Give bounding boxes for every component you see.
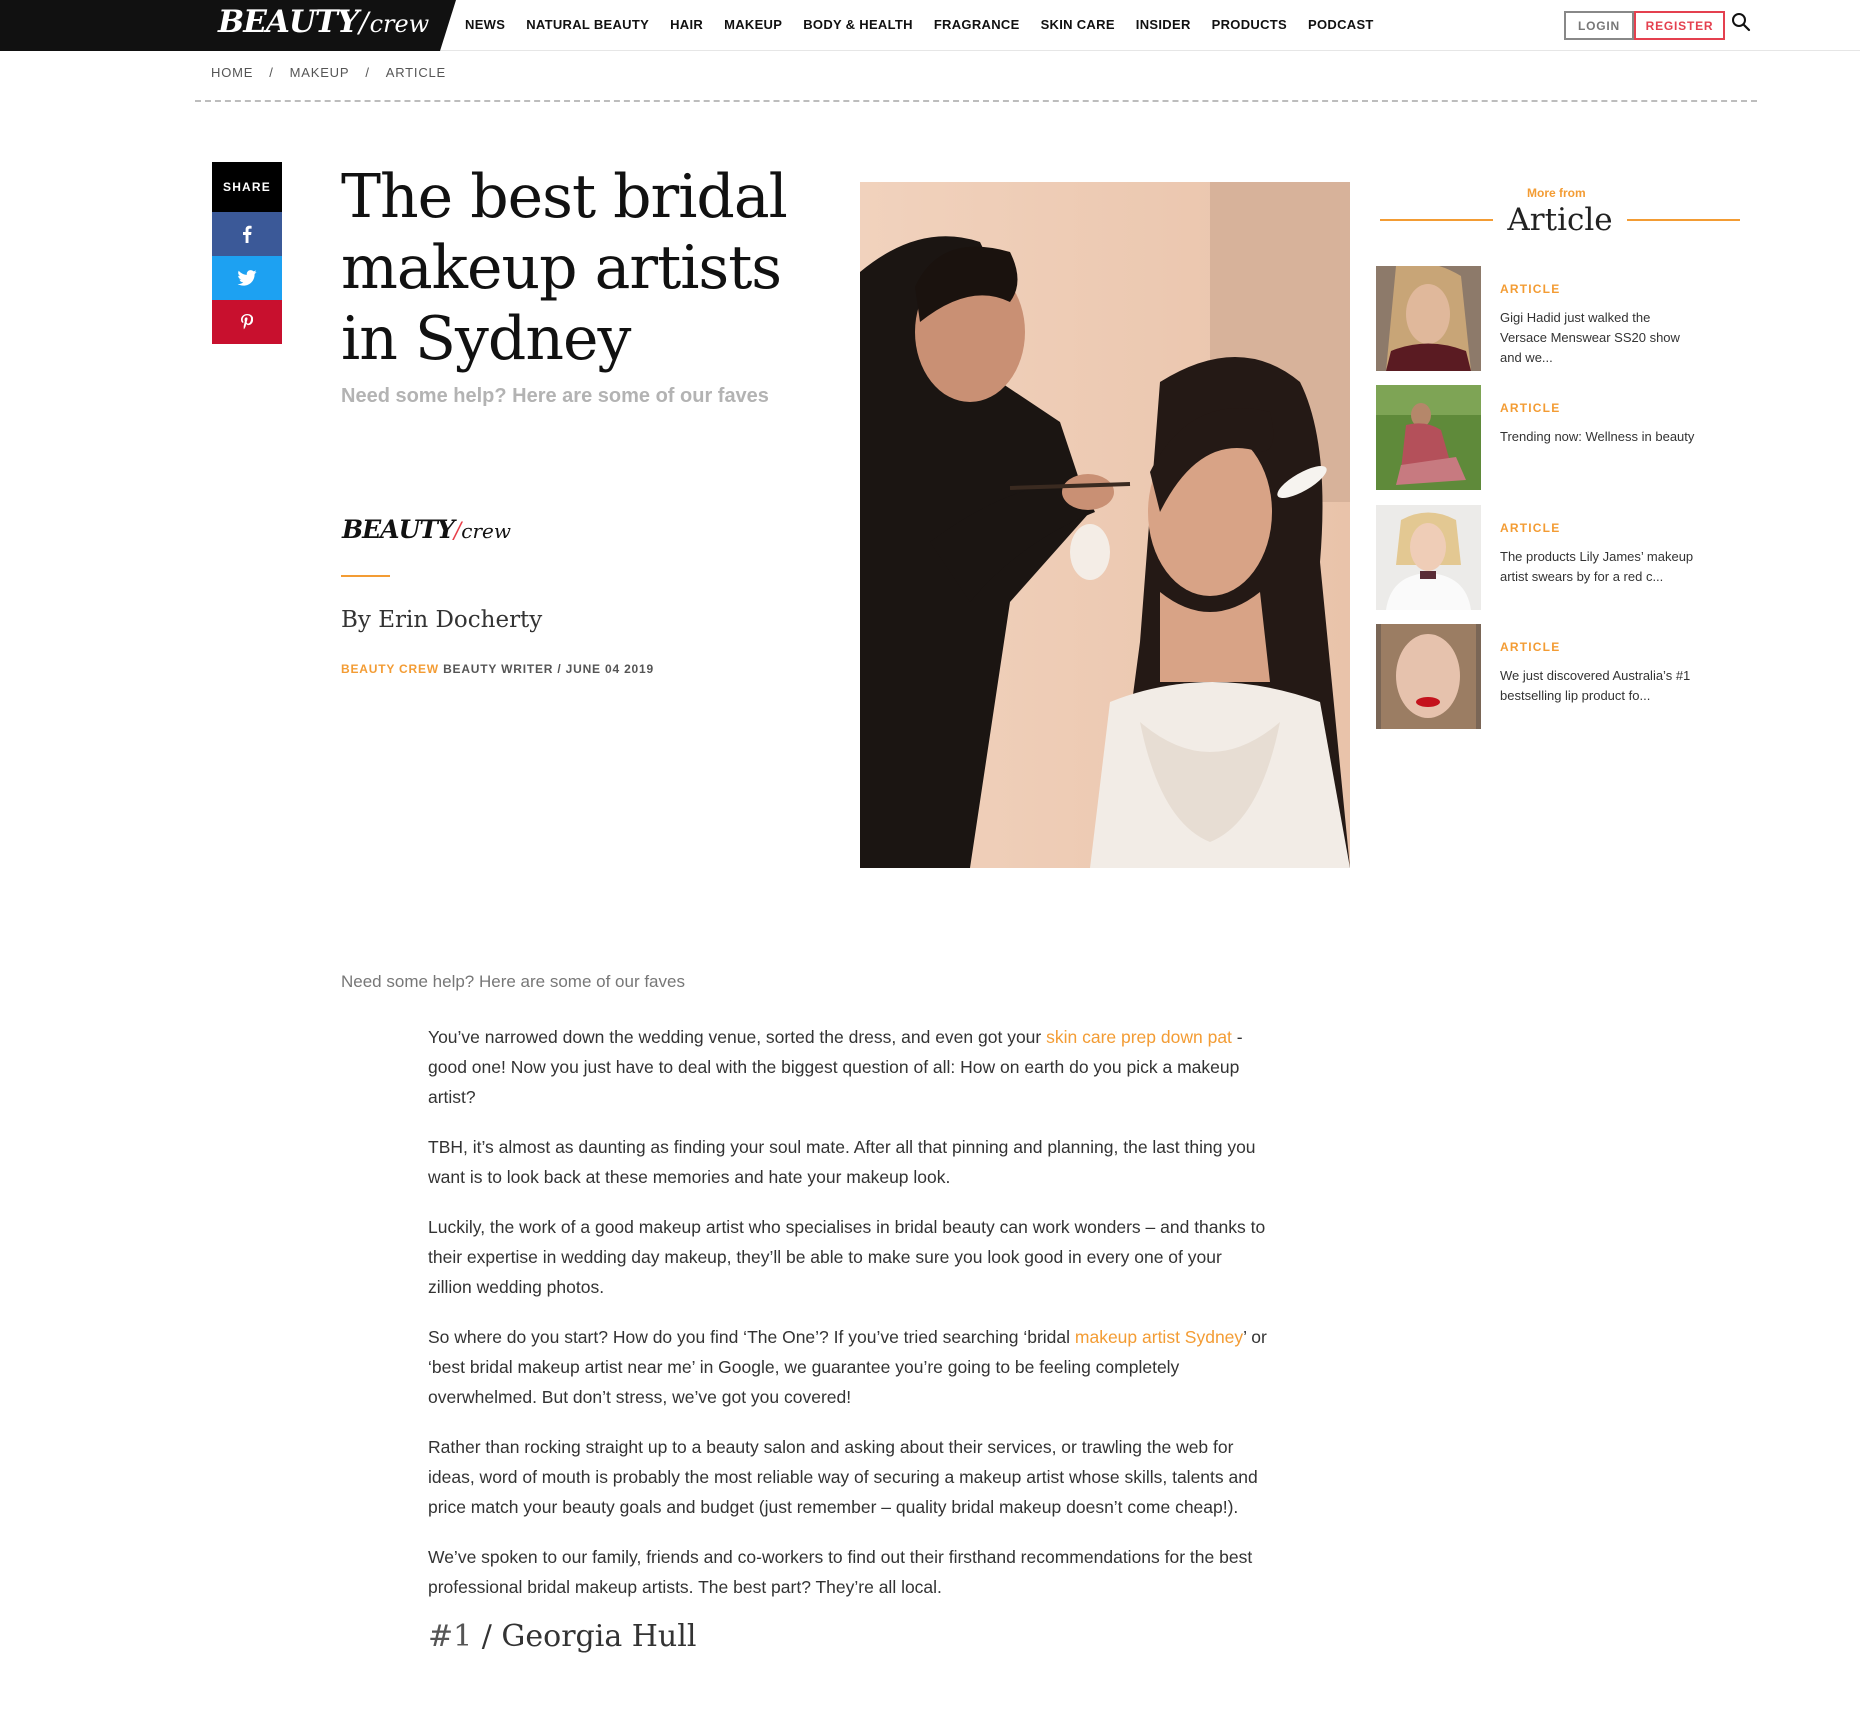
search-icon[interactable] <box>1731 12 1751 32</box>
logo-crew-text: crew <box>369 10 430 38</box>
hero-illustration <box>860 182 1350 868</box>
share-bar: SHARE <box>212 162 282 344</box>
meta-role-date: BEAUTY WRITER / JUNE 04 2019 <box>443 662 654 676</box>
nav-item-skin-care[interactable]: SKIN CARE <box>1041 17 1115 32</box>
paragraph-text: So where do you start? How do you find ‘… <box>428 1327 1075 1347</box>
sidebar-tag: ARTICLE <box>1500 521 1561 535</box>
publisher-logo-beauty: BEAUTY <box>342 515 455 544</box>
sidebar-tag: ARTICLE <box>1500 640 1561 654</box>
section-heading-text: / Georgia Hull <box>472 1619 697 1654</box>
nav-item-hair[interactable]: HAIR <box>670 17 703 32</box>
share-label: SHARE <box>212 162 282 212</box>
thumbnail-illustration <box>1376 266 1481 371</box>
nav-item-podcast[interactable]: PODCAST <box>1308 17 1374 32</box>
thumbnail-illustration <box>1376 385 1481 490</box>
thumbnail-illustration <box>1376 505 1481 610</box>
site-logo[interactable]: BEAUTY/crew <box>218 4 429 40</box>
breadcrumb: HOME / MAKEUP / ARTICLE <box>211 65 446 80</box>
byline-divider <box>341 575 390 577</box>
sidebar-tag: ARTICLE <box>1500 401 1561 415</box>
sidebar-article-1[interactable]: ARTICLE Gigi Hadid just walked the Versa… <box>1376 266 1736 371</box>
twitter-share-button[interactable] <box>212 256 282 300</box>
pinterest-share-button[interactable] <box>212 300 282 344</box>
login-button[interactable]: LOGIN <box>1564 11 1634 40</box>
skin-care-prep-link[interactable]: skin care prep down pat <box>1046 1027 1232 1047</box>
section-number: #1 <box>428 1619 473 1654</box>
sidebar-thumbnail[interactable] <box>1376 624 1481 729</box>
sidebar-tag: ARTICLE <box>1500 282 1561 296</box>
nav-item-makeup[interactable]: MAKEUP <box>724 17 782 32</box>
paragraph-4: So where do you start? How do you find ‘… <box>428 1322 1268 1412</box>
main-nav: NEWS NATURAL BEAUTY HAIR MAKEUP BODY & H… <box>465 0 1395 48</box>
nav-item-body-health[interactable]: BODY & HEALTH <box>803 17 913 32</box>
logo-beauty-text: BEAUTY <box>218 4 359 40</box>
breadcrumb-makeup[interactable]: MAKEUP <box>290 65 350 80</box>
register-button[interactable]: REGISTER <box>1634 11 1725 40</box>
heading-rule-left <box>1380 219 1494 221</box>
publisher-logo: BEAUTY/crew <box>342 515 511 544</box>
breadcrumb-separator: / <box>365 65 370 80</box>
sidebar-article-title[interactable]: Gigi Hadid just walked the Versace Mensw… <box>1500 308 1700 368</box>
makeup-artist-sydney-link[interactable]: makeup artist Sydney <box>1075 1327 1243 1347</box>
sidebar-article-2[interactable]: ARTICLE Trending now: Wellness in beauty <box>1376 385 1736 490</box>
publisher-logo-crew: crew <box>461 519 511 543</box>
thumbnail-illustration <box>1376 624 1481 729</box>
nav-item-natural-beauty[interactable]: NATURAL BEAUTY <box>526 17 649 32</box>
paragraph-3: Luckily, the work of a good makeup artis… <box>428 1217 1266 1297</box>
nav-item-insider[interactable]: INSIDER <box>1136 17 1191 32</box>
twitter-icon <box>237 270 257 286</box>
article-meta: BEAUTY CREW BEAUTY WRITER / JUNE 04 2019 <box>341 662 654 676</box>
article-title: The best bridal makeup artists in Sydney <box>341 162 788 374</box>
sidebar-article-title[interactable]: We just discovered Australia’s #1 bestse… <box>1500 666 1700 706</box>
hero-image <box>860 182 1350 868</box>
pinterest-icon <box>241 314 253 330</box>
facebook-share-button[interactable] <box>212 212 282 256</box>
sidebar-article-3[interactable]: ARTICLE The products Lily James’ makeup … <box>1376 505 1736 610</box>
logo-block: BEAUTY/crew <box>0 0 456 51</box>
breadcrumb-current: ARTICLE <box>385 65 447 80</box>
article-body: You’ve narrowed down the wedding venue, … <box>428 1022 1268 1652</box>
sidebar-article-title[interactable]: The products Lily James’ makeup artist s… <box>1500 547 1700 587</box>
article-subtitle: Need some help? Here are some of our fav… <box>341 385 769 407</box>
breadcrumb-home[interactable]: HOME <box>211 65 253 80</box>
meta-organisation[interactable]: BEAUTY CREW <box>341 662 439 676</box>
sidebar-article-title[interactable]: Trending now: Wellness in beauty <box>1500 427 1700 447</box>
sidebar-heading: Article <box>1380 200 1741 240</box>
facebook-icon <box>243 225 252 243</box>
paragraph-6: We’ve spoken to our family, friends and … <box>428 1547 1253 1597</box>
sidebar-thumbnail[interactable] <box>1376 505 1481 610</box>
article-standfirst: Need some help? Here are some of our fav… <box>341 972 685 991</box>
nav-item-products[interactable]: PRODUCTS <box>1212 17 1287 32</box>
top-navigation-bar: BEAUTY/crew NEWS NATURAL BEAUTY HAIR MAK… <box>0 0 1860 51</box>
heading-rule-right <box>1626 219 1741 221</box>
sidebar-thumbnail[interactable] <box>1376 266 1481 371</box>
author-byline: By Erin Docherty <box>341 607 543 633</box>
paragraph-text: You’ve narrowed down the wedding venue, … <box>428 1027 1047 1047</box>
sidebar-heading-text: Article <box>1507 202 1613 238</box>
nav-item-fragrance[interactable]: FRAGRANCE <box>934 17 1020 32</box>
paragraph-5: Rather than rocking straight up to a bea… <box>428 1437 1258 1517</box>
sidebar-thumbnail[interactable] <box>1376 385 1481 490</box>
paragraph-1: You’ve narrowed down the wedding venue, … <box>428 1022 1268 1112</box>
dashed-divider <box>195 100 1757 102</box>
logo-slash: / <box>359 6 369 39</box>
paragraph-2: TBH, it’s almost as daunting as finding … <box>428 1137 1256 1187</box>
section-heading: #1 / Georgia Hull <box>428 1622 1268 1652</box>
sidebar-article-4[interactable]: ARTICLE We just discovered Australia’s #… <box>1376 624 1736 729</box>
more-from-label: More from <box>1527 186 1586 200</box>
breadcrumb-separator: / <box>269 65 274 80</box>
nav-item-news[interactable]: NEWS <box>465 17 505 32</box>
